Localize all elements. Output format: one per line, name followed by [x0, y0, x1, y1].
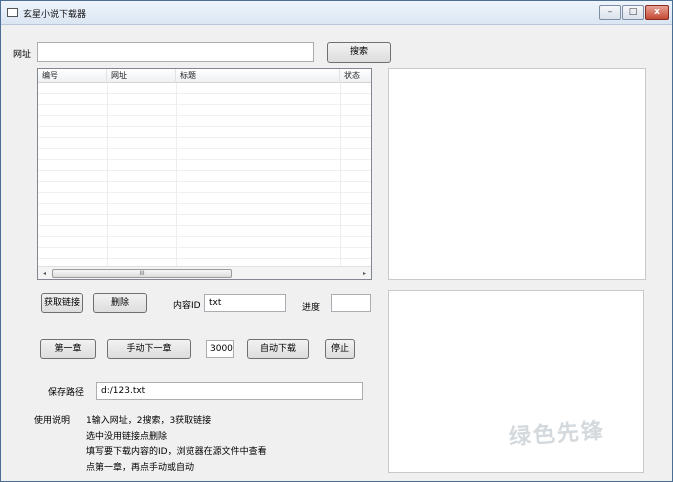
manual-next-chapter-button[interactable]: 手动下一章: [107, 339, 191, 359]
column-divider: [107, 83, 108, 266]
url-label: 网址: [13, 50, 32, 60]
table-body[interactable]: [38, 83, 371, 266]
url-input[interactable]: [37, 42, 314, 62]
scroll-thumb[interactable]: III: [52, 269, 232, 278]
scroll-right-arrow-icon[interactable]: ▸: [359, 268, 370, 279]
column-header-title[interactable]: 标题: [176, 69, 340, 83]
instruction-line: 选中没用链接点删除: [86, 432, 168, 442]
column-header-url[interactable]: 网址: [107, 69, 176, 83]
interval-input[interactable]: 3000: [206, 340, 234, 358]
column-divider: [340, 83, 341, 266]
browser-panel[interactable]: [388, 68, 646, 280]
get-links-button[interactable]: 获取链接: [41, 293, 83, 313]
app-window-icon: [7, 8, 18, 17]
horizontal-scrollbar[interactable]: ◂ III ▸: [38, 266, 371, 279]
stop-button[interactable]: 停止: [325, 339, 355, 359]
column-header-status[interactable]: 状态: [340, 69, 371, 83]
search-button[interactable]: 搜索: [327, 42, 391, 63]
progress-field: [331, 294, 371, 312]
content-id-label: 内容ID: [173, 301, 201, 311]
content-id-input[interactable]: txt: [204, 294, 286, 312]
instruction-line: 点第一章，再点手动或自动: [86, 463, 195, 473]
auto-download-button[interactable]: 自动下载: [247, 339, 309, 359]
column-divider: [176, 83, 177, 266]
main-window: 玄星小说下载器 – □ x 网址 搜索 编号 网址 标题 状态 ◂ III ▸: [0, 0, 673, 482]
client-area: 网址 搜索 编号 网址 标题 状态 ◂ III ▸ 获取链接 删除 内容ID t…: [1, 26, 672, 481]
instructions-label: 使用说明: [34, 416, 71, 426]
minimize-button[interactable]: –: [599, 5, 621, 20]
first-chapter-button[interactable]: 第一章: [40, 339, 96, 359]
progress-label: 进度: [302, 303, 321, 313]
links-table[interactable]: 编号 网址 标题 状态 ◂ III ▸: [37, 68, 372, 280]
instruction-line: 填写要下载内容的ID，浏览器在源文件中查看: [86, 447, 267, 457]
table-header: 编号 网址 标题 状态: [38, 69, 371, 83]
title-bar[interactable]: 玄星小说下载器 – □ x: [1, 1, 672, 25]
window-title: 玄星小说下载器: [23, 10, 87, 20]
save-path-input[interactable]: d:/123.txt: [96, 382, 363, 400]
delete-button[interactable]: 删除: [93, 293, 147, 313]
close-button[interactable]: x: [645, 5, 669, 20]
instruction-line: 1输入网址，2搜索，3获取链接: [86, 416, 212, 426]
save-path-label: 保存路径: [48, 388, 85, 398]
column-header-id[interactable]: 编号: [38, 69, 107, 83]
maximize-button[interactable]: □: [622, 5, 644, 20]
scroll-left-arrow-icon[interactable]: ◂: [39, 268, 50, 279]
